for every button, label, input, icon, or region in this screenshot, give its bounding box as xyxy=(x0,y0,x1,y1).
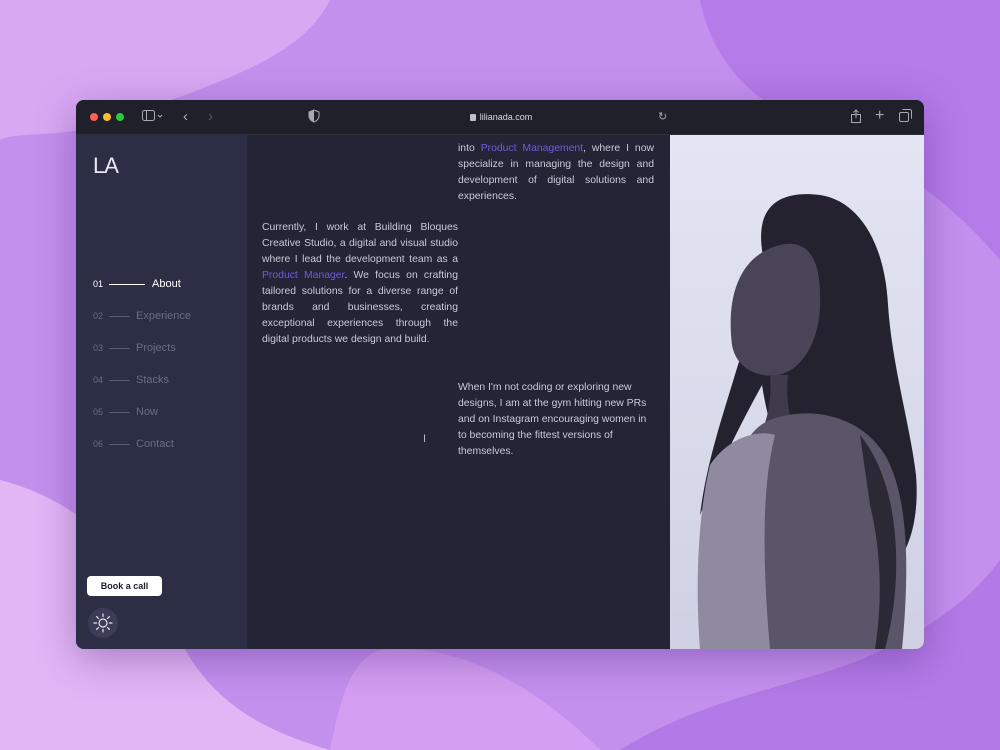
about-paragraph-product-management: into Product Management, where I now spe… xyxy=(458,135,654,205)
site-sidebar: LA 01 About 02 Experience 03 Projects 04… xyxy=(76,135,247,649)
nav-item-label: About xyxy=(152,278,181,290)
nav-item-number: 01 xyxy=(93,279,104,289)
forward-icon[interactable]: › xyxy=(208,109,213,125)
paragraph-text-lead: Currently, I work at Building Bloques Cr… xyxy=(262,222,458,265)
new-tab-icon[interactable]: + xyxy=(875,108,884,124)
nav-item-line xyxy=(109,315,130,317)
reload-icon[interactable]: ↻ xyxy=(658,109,667,125)
nav-item-number: 02 xyxy=(93,311,104,321)
nav-item-number: 04 xyxy=(93,375,104,385)
lock-icon xyxy=(469,114,476,121)
nav-item-contact[interactable]: 06 Contact xyxy=(93,428,243,460)
text-cursor-icon: I xyxy=(423,433,427,445)
browser-titlebar: ‹ › lilianada.com ↻ + xyxy=(76,100,924,135)
portrait-photo xyxy=(670,135,924,649)
nav-item-line xyxy=(109,347,130,349)
back-icon[interactable]: ‹ xyxy=(183,109,188,125)
paragraph-text-lead: into xyxy=(458,143,481,154)
nav-item-now[interactable]: 05 Now xyxy=(93,396,243,428)
nav-item-about[interactable]: 01 About xyxy=(93,268,243,300)
paragraph-text-tail: . We focus on crafting tailored solution… xyxy=(262,270,458,345)
nav-item-number: 03 xyxy=(93,343,104,353)
site-logo[interactable]: LA xyxy=(93,153,119,179)
book-a-call-button[interactable]: Book a call xyxy=(87,576,162,596)
nav-item-number: 05 xyxy=(93,407,104,417)
section-nav: 01 About 02 Experience 03 Projects 04 St… xyxy=(93,268,243,460)
nav-item-experience[interactable]: 02 Experience xyxy=(93,300,243,332)
minimize-window-button[interactable] xyxy=(103,113,111,121)
nav-item-label: Now xyxy=(136,406,159,418)
sidebar-toggle-icon[interactable] xyxy=(142,109,164,127)
about-paragraph-hobbies: When I'm not coding or exploring new des… xyxy=(458,382,647,457)
nav-item-stacks[interactable]: 04 Stacks xyxy=(93,364,243,396)
nav-item-number: 06 xyxy=(93,439,104,449)
nav-item-line xyxy=(109,443,130,445)
nav-item-line xyxy=(109,379,130,381)
close-window-button[interactable] xyxy=(90,113,98,121)
share-icon[interactable] xyxy=(850,109,862,127)
address-bar[interactable]: lilianada.com xyxy=(331,107,671,128)
maximize-window-button[interactable] xyxy=(116,113,124,121)
about-paragraph-current-work: Currently, I work at Building Bloques Cr… xyxy=(262,220,458,348)
clipped-previous-line xyxy=(458,135,461,138)
theme-toggle-button[interactable] xyxy=(88,608,118,638)
nav-item-projects[interactable]: 03 Projects xyxy=(93,332,243,364)
nav-item-label: Contact xyxy=(136,438,174,450)
url-text: lilianada.com xyxy=(479,112,533,122)
nav-item-label: Stacks xyxy=(136,374,170,386)
sun-icon xyxy=(93,613,113,633)
browser-window: ‹ › lilianada.com ↻ + LA 01 About 02 Exp… xyxy=(76,100,924,649)
privacy-shield-icon[interactable] xyxy=(308,109,320,127)
nav-item-label: Projects xyxy=(136,342,176,354)
tab-overview-icon[interactable] xyxy=(899,109,912,126)
nav-item-line xyxy=(109,283,145,285)
nav-item-label: Experience xyxy=(136,310,192,322)
about-section: into Product Management, where I now spe… xyxy=(247,135,670,649)
portrait-illustration xyxy=(697,194,917,649)
product-management-link[interactable]: Product Management xyxy=(481,143,583,154)
product-manager-link[interactable]: Product Manager xyxy=(262,270,344,281)
nav-item-line xyxy=(109,411,130,413)
